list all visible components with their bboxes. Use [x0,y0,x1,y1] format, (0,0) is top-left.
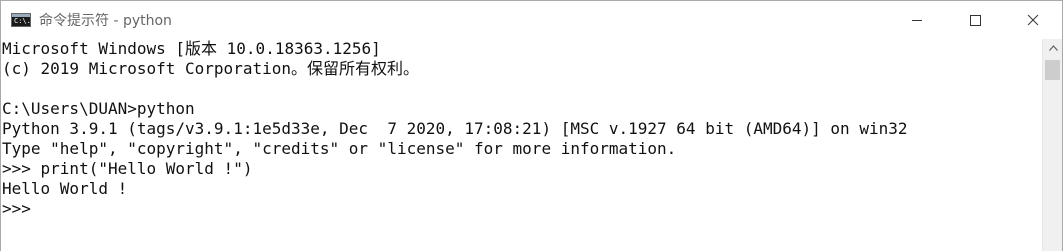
console-line: (c) 2019 Microsoft Corporation。保留所有权利。 [2,59,419,78]
console-line: C:\Users\DUAN>python [2,99,195,118]
maximize-button[interactable] [946,1,1004,39]
cmd-window: C:\. 命令提示符 - python Microsoft Windows [版… [0,0,1063,251]
title-bar[interactable]: C:\. 命令提示符 - python [1,1,1062,39]
console-output[interactable]: Microsoft Windows [版本 10.0.18363.1256] (c… [1,39,1043,251]
scroll-up-button[interactable] [1043,39,1063,56]
console-line: Microsoft Windows [版本 10.0.18363.1256] [2,39,381,58]
cmd-icon-text: C:\. [14,17,31,25]
chevron-up-icon [1048,44,1058,51]
console-prompt: >>> [2,199,41,218]
window-controls [888,1,1062,39]
scroll-thumb[interactable] [1045,60,1060,80]
window-title: 命令提示符 - python [39,13,172,29]
maximize-icon [970,15,981,26]
console-line: Python 3.9.1 (tags/v3.9.1:1e5d33e, Dec 7… [2,119,908,138]
console-line: Hello World ! [2,179,128,198]
close-button[interactable] [1004,1,1062,39]
close-icon [1027,14,1039,26]
console-line: Type "help", "copyright", "credits" or "… [2,139,677,158]
vertical-scrollbar[interactable] [1042,39,1062,251]
cmd-icon[interactable]: C:\. [11,13,31,27]
console-line: >>> print("Hello World !") [2,159,253,178]
minimize-icon [912,20,922,21]
minimize-button[interactable] [888,1,946,39]
